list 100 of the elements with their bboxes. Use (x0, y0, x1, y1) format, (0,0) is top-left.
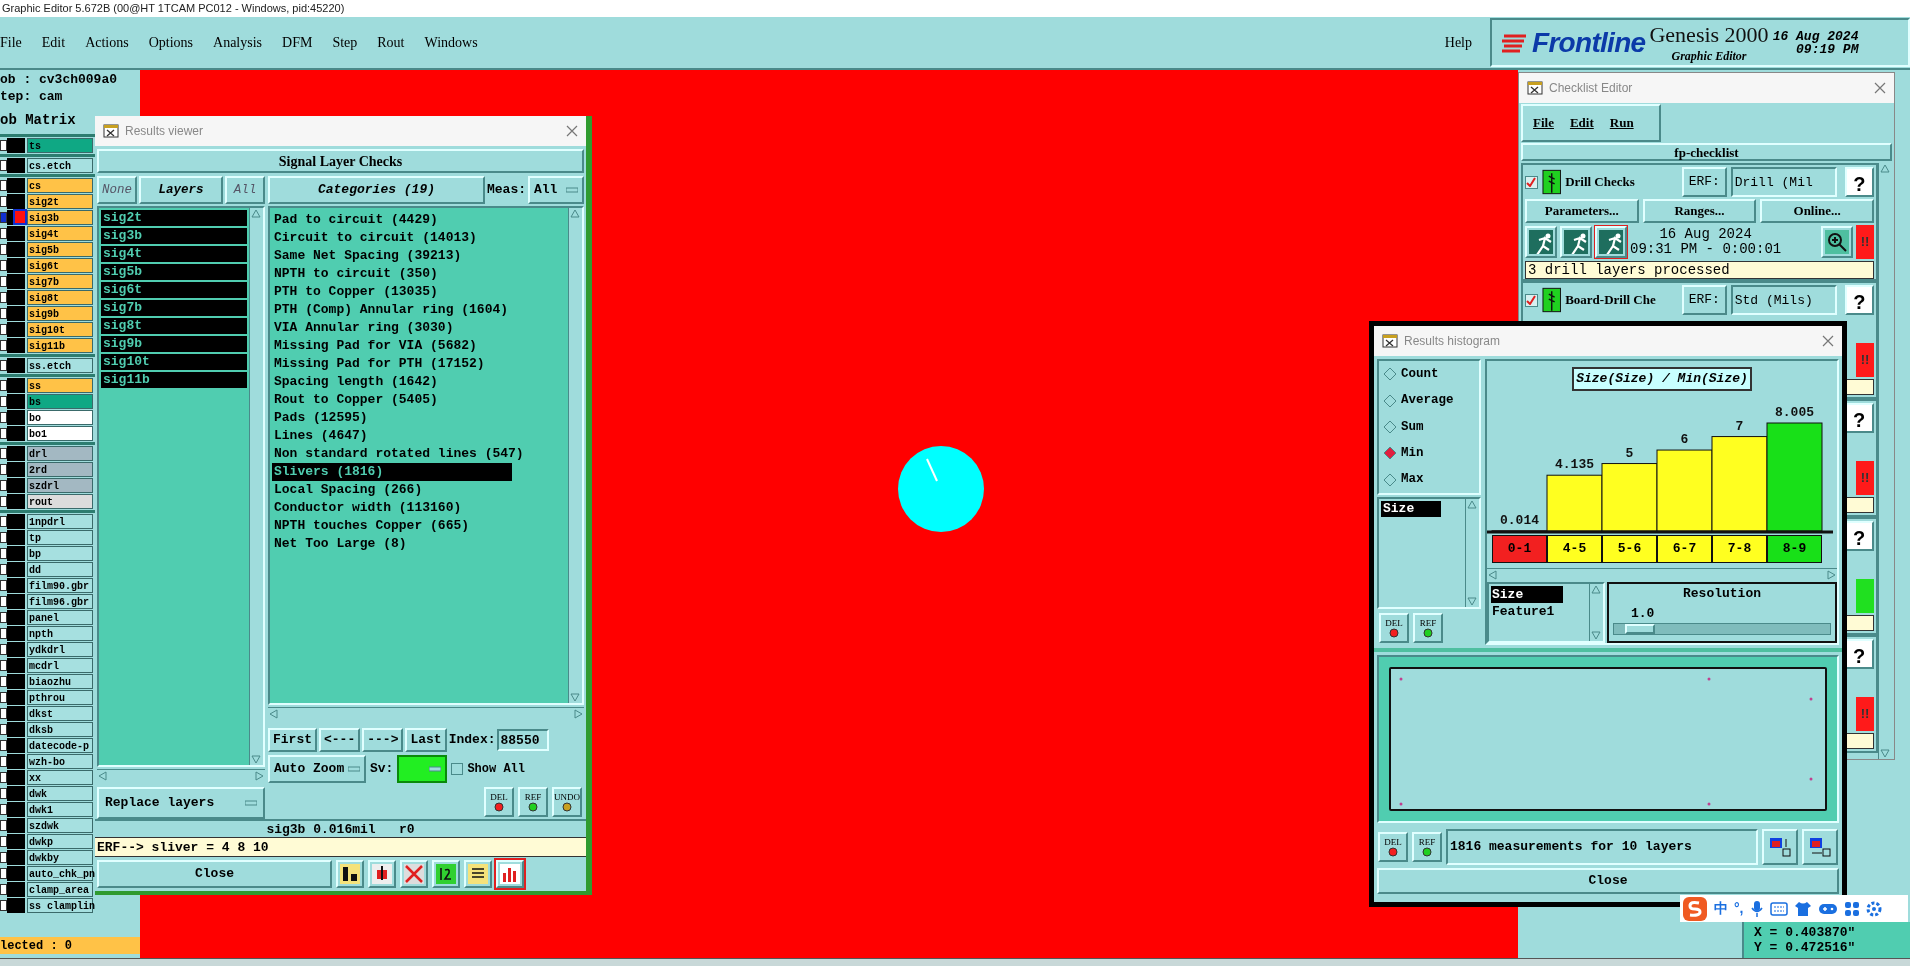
toolbar-button[interactable] (1762, 829, 1798, 865)
radio-label[interactable]: Count (1401, 364, 1439, 384)
layer-name[interactable]: cs.etch (27, 158, 93, 173)
scrollbar[interactable] (249, 208, 263, 765)
layer-name[interactable]: ts (27, 138, 93, 153)
layer-checkbox[interactable] (0, 180, 7, 191)
radio-button[interactable] (1383, 393, 1397, 408)
layer-name[interactable]: ss.etch (27, 358, 93, 373)
category-list-item[interactable]: Lines (4647) (272, 427, 512, 445)
category-list-item[interactable]: Conductor width (113160) (272, 499, 512, 517)
layer-checkbox[interactable] (0, 244, 7, 255)
layer-mode-dropdown[interactable]: Replace layers (97, 787, 265, 819)
layer-checkbox[interactable] (0, 276, 7, 287)
category-list-item[interactable]: Non standard rotated lines (547) (272, 445, 526, 463)
layer-checkbox[interactable] (0, 708, 7, 719)
zoom-mode-dropdown[interactable]: Auto Zoom (268, 755, 366, 783)
layer-name[interactable]: tp (27, 530, 93, 545)
layer-name[interactable]: dkst (27, 706, 93, 721)
layer-filter-button[interactable]: Layers (139, 176, 223, 204)
layer-checkbox[interactable] (0, 660, 7, 671)
layer-checkbox[interactable] (0, 480, 7, 491)
layer-list-item[interactable]: sig11b (101, 372, 247, 388)
action-button[interactable]: Ranges... (1642, 199, 1757, 223)
layer-name[interactable]: datecode-p (27, 738, 93, 753)
navigation-button[interactable]: Last (405, 728, 447, 752)
navigation-button[interactable]: First (268, 728, 317, 752)
layer-checkbox[interactable] (0, 852, 7, 863)
radio-button[interactable] (1383, 419, 1397, 434)
category-list-item[interactable]: NPTH to circuit (350) (272, 265, 512, 283)
menu-item[interactable]: Analysis (213, 32, 263, 53)
list-item[interactable]: Feature1 (1491, 603, 1563, 621)
layer-name[interactable]: xx (27, 770, 93, 785)
layer-name[interactable]: dwkby (27, 850, 93, 865)
menu-item[interactable]: Run (1609, 113, 1634, 133)
layer-name[interactable]: drl (27, 446, 93, 461)
icon-button[interactable]: DEL (1379, 613, 1409, 643)
layer-name[interactable]: 2rd (27, 462, 93, 477)
help-button[interactable]: ? (1844, 403, 1874, 434)
input-mode-toggle[interactable]: 中 (1714, 898, 1728, 919)
layer-checkbox[interactable] (0, 868, 7, 879)
layer-checkbox[interactable] (0, 360, 7, 371)
layer-name[interactable]: npth (27, 626, 93, 641)
layer-list-item[interactable]: sig3b (101, 228, 247, 244)
layer-name[interactable]: sig9b (27, 306, 93, 321)
layer-name[interactable]: dksb (27, 722, 93, 737)
layer-name[interactable]: dwkp (27, 834, 93, 849)
layer-name[interactable]: sig5b (27, 242, 93, 257)
menu-item[interactable]: File (1533, 113, 1554, 133)
layer-checkbox[interactable] (0, 756, 7, 767)
layer-name[interactable]: dwk1 (27, 802, 93, 817)
layer-name[interactable]: dwk (27, 786, 93, 801)
layer-list-item[interactable]: sig7b (101, 300, 247, 316)
layer-name[interactable]: sig7b (27, 274, 93, 289)
layer-name[interactable]: dd (27, 562, 93, 577)
menu-item[interactable]: Edit (1569, 113, 1594, 133)
layer-list-item[interactable]: sig6t (101, 282, 247, 298)
layer-checkbox[interactable] (0, 532, 7, 543)
category-list-item[interactable]: PTH to Copper (13035) (272, 283, 512, 301)
scrollbar[interactable] (1589, 584, 1603, 641)
categories-button[interactable]: Categories (19) (268, 176, 485, 204)
layer-checkbox[interactable] (0, 160, 7, 171)
radio-button[interactable] (1383, 446, 1397, 461)
erf-button[interactable]: ERF: (1681, 285, 1727, 316)
layer-name[interactable]: sig3b (27, 210, 93, 225)
icon-button[interactable]: UNDO (552, 787, 582, 817)
slider-thumb[interactable] (1624, 624, 1655, 635)
layer-checkbox[interactable] (0, 292, 7, 303)
layer-checkbox[interactable] (0, 196, 7, 207)
layer-checkbox[interactable] (0, 324, 7, 335)
category-list-item[interactable]: Rout to Copper (5405) (272, 391, 512, 409)
layer-list-item[interactable]: sig9b (101, 336, 247, 352)
layer-checkbox[interactable] (0, 836, 7, 847)
layer-checkbox[interactable] (0, 740, 7, 751)
toolbar-button[interactable] (464, 860, 492, 888)
layer-checkbox[interactable] (0, 516, 7, 527)
layer-name[interactable]: 1npdrl (27, 514, 93, 529)
close-icon[interactable] (1822, 335, 1834, 347)
layer-name[interactable]: auto_chk_pn (27, 866, 93, 881)
toolbar-button[interactable] (1802, 829, 1838, 865)
category-list-item[interactable]: Slivers (1816) (272, 463, 512, 481)
list-item[interactable]: Size (1491, 586, 1563, 604)
layer-name[interactable]: szdrl (27, 478, 93, 493)
action-button[interactable]: Parameters... (1525, 199, 1639, 223)
layer-checkbox[interactable] (0, 884, 7, 895)
scrollbar[interactable] (1878, 163, 1892, 759)
category-list-item[interactable]: Spacing length (1642) (272, 373, 512, 391)
checkbox[interactable] (1525, 175, 1538, 189)
layer-checkbox[interactable] (0, 260, 7, 271)
category-list-item[interactable]: Same Net Spacing (39213) (272, 247, 512, 265)
layer-name[interactable]: sig6t (27, 258, 93, 273)
icon-button[interactable]: REF (1412, 832, 1442, 862)
category-list-item[interactable]: Net Too Large (8) (272, 535, 512, 553)
menu-item[interactable]: Windows (424, 32, 478, 53)
toolbar-button[interactable] (368, 860, 396, 888)
layer-name[interactable]: bs (27, 394, 93, 409)
checkbox[interactable] (451, 763, 464, 775)
layer-list-item[interactable]: sig10t (101, 354, 247, 370)
radio-label[interactable]: Sum (1401, 417, 1424, 437)
layer-checkbox[interactable] (0, 804, 7, 815)
layer-checkbox[interactable] (0, 308, 7, 319)
